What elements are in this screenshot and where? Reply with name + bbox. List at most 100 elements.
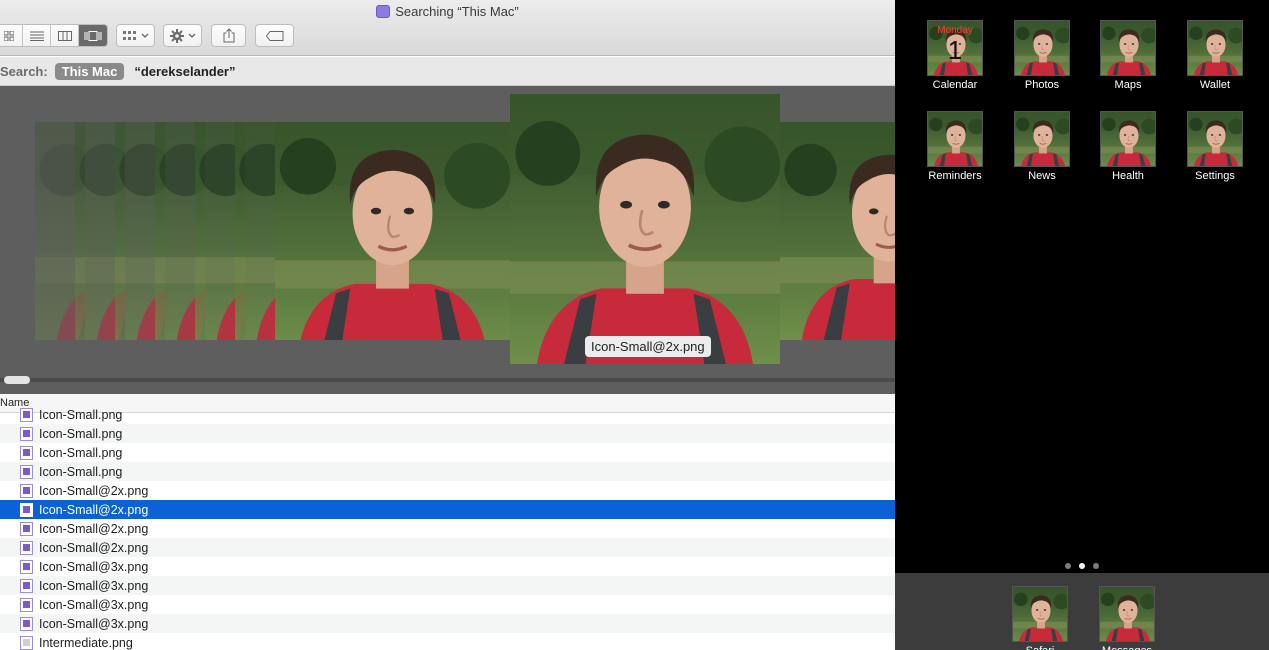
file-name: Icon-Small@2x.png	[39, 502, 149, 517]
gear-icon	[169, 28, 184, 43]
search-label: Search:	[0, 63, 48, 79]
messages-icon	[1099, 586, 1155, 642]
file-row[interactable]: Icon-Small@2x.png	[0, 538, 895, 557]
file-name: Icon-Small@3x.png	[39, 597, 149, 612]
chevron-down-icon	[188, 33, 195, 38]
search-scope-bar: Search: This Mac “derekselander”	[0, 57, 895, 86]
file-name: Icon-Small@2x.png	[39, 483, 149, 498]
share-icon	[223, 28, 234, 43]
toolbar: Searching “This Mac”	[0, 0, 895, 56]
app-label: Maps	[1114, 79, 1142, 91]
dock-app-messages[interactable]: Messages	[1097, 586, 1157, 650]
file-name: Icon-Small.png	[39, 445, 123, 460]
png-file-icon	[20, 483, 33, 498]
file-name: Icon-Small.png	[39, 426, 123, 441]
cover-item[interactable]	[780, 122, 895, 340]
png-file-icon	[20, 578, 33, 593]
arrange-button[interactable]	[116, 24, 155, 47]
png-file-icon	[20, 464, 33, 479]
reminders-icon	[927, 111, 983, 167]
cover-item[interactable]	[275, 122, 510, 340]
dock: Safari Messages	[895, 573, 1269, 650]
health-icon	[1100, 111, 1156, 167]
grid-arrange-icon	[122, 30, 136, 40]
smart-folder-icon	[376, 5, 391, 18]
app-label: Wallet	[1199, 79, 1231, 91]
page-control[interactable]	[1065, 563, 1099, 569]
file-name: Icon-Small.png	[39, 464, 123, 479]
file-row[interactable]: Icon-Small@3x.png	[0, 557, 895, 576]
app-settings[interactable]: Settings	[1185, 111, 1245, 182]
cover-flow-caption: Icon-Small@2x.png	[585, 336, 711, 357]
png-file-icon	[20, 407, 33, 422]
file-row[interactable]: Icon-Small.png	[0, 405, 895, 424]
file-name: Icon-Small@3x.png	[39, 578, 149, 593]
file-name: Icon-Small.png	[39, 407, 123, 422]
scope-query-button[interactable]: “derekselander”	[134, 64, 235, 79]
png-file-icon	[20, 635, 33, 650]
file-row[interactable]: Icon-Small@2x.png	[0, 500, 895, 519]
action-button[interactable]	[163, 24, 202, 47]
photos-icon	[1014, 20, 1070, 76]
file-row[interactable]: Icon-Small@3x.png	[0, 595, 895, 614]
finder-window: Searching “This Mac” Search: This Mac “d…	[0, 0, 895, 650]
file-name: Icon-Small@3x.png	[39, 559, 149, 574]
app-photos[interactable]: Photos	[1012, 20, 1072, 91]
icon-grid-icon	[3, 30, 14, 41]
file-row[interactable]: Icon-Small@2x.png	[0, 481, 895, 500]
app-wallet[interactable]: Wallet	[1185, 20, 1245, 91]
file-name: Icon-Small@2x.png	[39, 521, 149, 536]
scope-this-mac-button[interactable]: This Mac	[54, 62, 125, 80]
app-news[interactable]: News	[1012, 111, 1072, 182]
column-view-button[interactable]	[51, 25, 79, 46]
app-label: Reminders	[928, 170, 982, 182]
app-reminders[interactable]: Reminders	[925, 111, 985, 182]
ios-simulator-screen: Monday 1 Calendar Photos Maps Wallet Reminders…	[895, 0, 1269, 650]
png-file-icon	[20, 597, 33, 612]
cover-flow-scroll-thumb[interactable]	[4, 376, 30, 384]
wallet-icon	[1187, 20, 1243, 76]
app-maps[interactable]: Maps	[1098, 20, 1158, 91]
app-label: News	[1028, 170, 1056, 182]
window-title: Searching “This Mac”	[0, 4, 895, 19]
app-label: Health	[1112, 170, 1144, 182]
png-file-icon	[20, 445, 33, 460]
tags-button[interactable]	[255, 24, 294, 47]
dock-app-safari[interactable]: Safari	[1010, 586, 1070, 650]
app-label: Photos	[1024, 79, 1060, 91]
file-row[interactable]: Intermediate.png	[0, 633, 895, 650]
news-icon	[1014, 111, 1070, 167]
share-button[interactable]	[211, 24, 246, 47]
page-dot[interactable]	[1065, 563, 1071, 569]
file-row[interactable]: Icon-Small@3x.png	[0, 614, 895, 633]
png-file-icon	[20, 426, 33, 441]
list-view-button[interactable]	[23, 25, 51, 46]
png-file-icon	[20, 559, 33, 574]
file-name: Icon-Small@3x.png	[39, 616, 149, 631]
app-label: Messages	[1097, 645, 1157, 650]
app-health[interactable]: Health	[1098, 111, 1158, 182]
app-label: Calendar	[932, 79, 978, 91]
page-dot[interactable]	[1093, 563, 1099, 569]
png-file-icon	[20, 521, 33, 536]
cover-flow-icon	[84, 30, 102, 41]
cover-item-current[interactable]	[510, 94, 780, 364]
icon-view-button[interactable]	[0, 25, 23, 46]
safari-icon	[1012, 586, 1068, 642]
cover-flow-scroll-track[interactable]	[0, 378, 895, 382]
calendar-date: 1	[947, 35, 963, 65]
file-name: Icon-Small@2x.png	[39, 540, 149, 555]
app-calendar[interactable]: Monday 1 Calendar	[925, 20, 985, 91]
file-row[interactable]: Icon-Small.png	[0, 424, 895, 443]
file-row[interactable]: Icon-Small@3x.png	[0, 576, 895, 595]
file-name: Intermediate.png	[39, 635, 133, 650]
calendar-icon: Monday 1	[927, 20, 983, 76]
maps-icon	[1100, 20, 1156, 76]
view-mode-segmented-control	[0, 24, 108, 47]
file-row[interactable]: Icon-Small@2x.png	[0, 519, 895, 538]
file-row[interactable]: Icon-Small.png	[0, 462, 895, 481]
page-dot[interactable]	[1079, 563, 1085, 569]
file-row[interactable]: Icon-Small.png	[0, 443, 895, 462]
cover-flow-viewer[interactable]: Icon-Small@2x.png	[0, 86, 895, 394]
cover-flow-view-button[interactable]	[79, 25, 107, 46]
